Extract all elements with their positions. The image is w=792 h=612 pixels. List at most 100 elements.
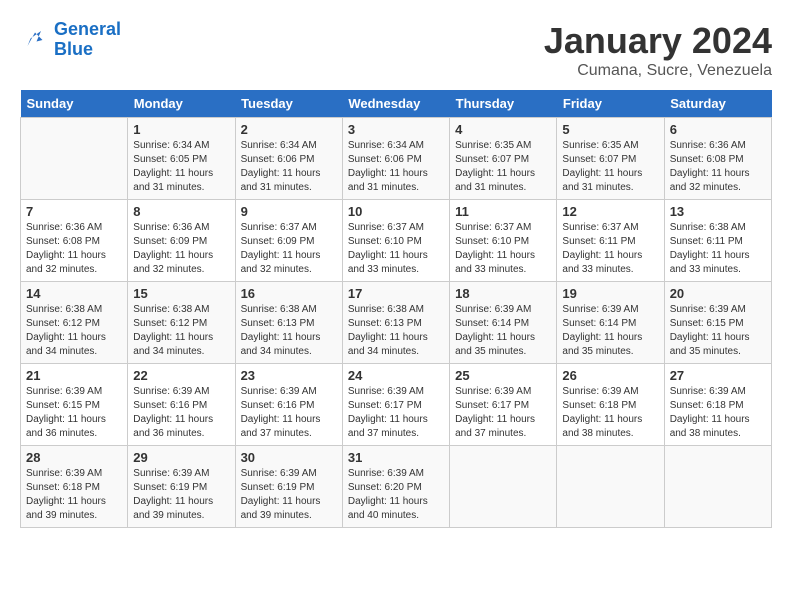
day-info: Sunrise: 6:39 AM Sunset: 6:19 PM Dayligh… [133, 467, 229, 523]
calendar-cell [21, 118, 128, 200]
day-info: Sunrise: 6:36 AM Sunset: 6:08 PM Dayligh… [26, 221, 122, 277]
calendar-cell: 9 Sunrise: 6:37 AM Sunset: 6:09 PM Daylig… [235, 200, 342, 282]
day-info: Sunrise: 6:37 AM Sunset: 6:10 PM Dayligh… [348, 221, 444, 277]
day-number: 6 [670, 122, 766, 137]
logo: General Blue [20, 20, 121, 60]
day-header-thursday: Thursday [450, 90, 557, 118]
day-info: Sunrise: 6:38 AM Sunset: 6:13 PM Dayligh… [241, 303, 337, 359]
day-info: Sunrise: 6:38 AM Sunset: 6:12 PM Dayligh… [26, 303, 122, 359]
calendar-cell: 17 Sunrise: 6:38 AM Sunset: 6:13 PM Dayli… [342, 282, 449, 364]
day-info: Sunrise: 6:39 AM Sunset: 6:14 PM Dayligh… [562, 303, 658, 359]
day-info: Sunrise: 6:37 AM Sunset: 6:09 PM Dayligh… [241, 221, 337, 277]
day-info: Sunrise: 6:39 AM Sunset: 6:14 PM Dayligh… [455, 303, 551, 359]
calendar-cell: 23Sunrise: 6:39 AM Sunset: 6:16 PM Dayli… [235, 364, 342, 446]
calendar-cell: 22 Sunrise: 6:39 AM Sunset: 6:16 PM Dayli… [128, 364, 235, 446]
day-info: Sunrise: 6:39 AM Sunset: 6:18 PM Dayligh… [562, 385, 658, 441]
day-info: Sunrise: 6:39 AM Sunset: 6:15 PM Dayligh… [26, 385, 122, 441]
day-number: 17 [348, 286, 444, 301]
calendar-table: SundayMondayTuesdayWednesdayThursdayFrid… [20, 90, 772, 528]
day-number: 11 [455, 204, 551, 219]
day-info: Sunrise: 6:35 AM Sunset: 6:07 PM Dayligh… [455, 139, 551, 195]
day-number: 23 [241, 368, 337, 383]
day-number: 20 [670, 286, 766, 301]
logo-text: General Blue [54, 20, 121, 60]
calendar-cell: 21Sunrise: 6:39 AM Sunset: 6:15 PM Dayli… [21, 364, 128, 446]
location-subtitle: Cumana, Sucre, Venezuela [544, 62, 772, 80]
day-number: 9 [241, 204, 337, 219]
calendar-cell: 13 Sunrise: 6:38 AM Sunset: 6:11 PM Dayli… [664, 200, 771, 282]
calendar-week-row: 7 Sunrise: 6:36 AM Sunset: 6:08 PM Daylig… [21, 200, 772, 282]
calendar-cell: 26 Sunrise: 6:39 AM Sunset: 6:18 PM Dayli… [557, 364, 664, 446]
day-info: Sunrise: 6:39 AM Sunset: 6:19 PM Dayligh… [241, 467, 337, 523]
calendar-cell: 5Sunrise: 6:35 AM Sunset: 6:07 PM Daylig… [557, 118, 664, 200]
calendar-cell: 20 Sunrise: 6:39 AM Sunset: 6:15 PM Dayli… [664, 282, 771, 364]
calendar-week-row: 1 Sunrise: 6:34 AM Sunset: 6:05 PM Daylig… [21, 118, 772, 200]
calendar-cell: 1 Sunrise: 6:34 AM Sunset: 6:05 PM Daylig… [128, 118, 235, 200]
calendar-cell: 2 Sunrise: 6:34 AM Sunset: 6:06 PM Daylig… [235, 118, 342, 200]
logo-bird-icon [20, 25, 50, 55]
calendar-cell: 25 Sunrise: 6:39 AM Sunset: 6:17 PM Dayli… [450, 364, 557, 446]
day-header-sunday: Sunday [21, 90, 128, 118]
day-header-wednesday: Wednesday [342, 90, 449, 118]
day-number: 16 [241, 286, 337, 301]
day-number: 18 [455, 286, 551, 301]
calendar-cell: 3 Sunrise: 6:34 AM Sunset: 6:06 PM Daylig… [342, 118, 449, 200]
day-header-saturday: Saturday [664, 90, 771, 118]
day-number: 5 [562, 122, 658, 137]
calendar-cell [450, 446, 557, 528]
calendar-header-row: SundayMondayTuesdayWednesdayThursdayFrid… [21, 90, 772, 118]
calendar-week-row: 21Sunrise: 6:39 AM Sunset: 6:15 PM Dayli… [21, 364, 772, 446]
day-number: 24 [348, 368, 444, 383]
calendar-cell: 31 Sunrise: 6:39 AM Sunset: 6:20 PM Dayli… [342, 446, 449, 528]
calendar-cell: 16 Sunrise: 6:38 AM Sunset: 6:13 PM Dayli… [235, 282, 342, 364]
day-number: 13 [670, 204, 766, 219]
day-number: 31 [348, 450, 444, 465]
calendar-cell: 29 Sunrise: 6:39 AM Sunset: 6:19 PM Dayli… [128, 446, 235, 528]
day-info: Sunrise: 6:38 AM Sunset: 6:12 PM Dayligh… [133, 303, 229, 359]
day-number: 19 [562, 286, 658, 301]
day-info: Sunrise: 6:34 AM Sunset: 6:06 PM Dayligh… [348, 139, 444, 195]
day-info: Sunrise: 6:34 AM Sunset: 6:05 PM Dayligh… [133, 139, 229, 195]
day-info: Sunrise: 6:34 AM Sunset: 6:06 PM Dayligh… [241, 139, 337, 195]
day-number: 25 [455, 368, 551, 383]
day-info: Sunrise: 6:37 AM Sunset: 6:10 PM Dayligh… [455, 221, 551, 277]
day-header-tuesday: Tuesday [235, 90, 342, 118]
day-number: 30 [241, 450, 337, 465]
day-number: 28 [26, 450, 122, 465]
day-info: Sunrise: 6:39 AM Sunset: 6:17 PM Dayligh… [455, 385, 551, 441]
calendar-cell: 6 Sunrise: 6:36 AM Sunset: 6:08 PM Daylig… [664, 118, 771, 200]
day-number: 7 [26, 204, 122, 219]
calendar-cell: 30 Sunrise: 6:39 AM Sunset: 6:19 PM Dayli… [235, 446, 342, 528]
calendar-cell: 28Sunrise: 6:39 AM Sunset: 6:18 PM Dayli… [21, 446, 128, 528]
day-number: 3 [348, 122, 444, 137]
calendar-cell [557, 446, 664, 528]
day-number: 22 [133, 368, 229, 383]
day-info: Sunrise: 6:39 AM Sunset: 6:17 PM Dayligh… [348, 385, 444, 441]
calendar-week-row: 28Sunrise: 6:39 AM Sunset: 6:18 PM Dayli… [21, 446, 772, 528]
title-area: January 2024 Cumana, Sucre, Venezuela [544, 20, 772, 80]
calendar-cell: 4Sunrise: 6:35 AM Sunset: 6:07 PM Daylig… [450, 118, 557, 200]
day-number: 1 [133, 122, 229, 137]
calendar-cell: 10 Sunrise: 6:37 AM Sunset: 6:10 PM Dayli… [342, 200, 449, 282]
day-info: Sunrise: 6:36 AM Sunset: 6:08 PM Dayligh… [670, 139, 766, 195]
day-info: Sunrise: 6:38 AM Sunset: 6:13 PM Dayligh… [348, 303, 444, 359]
day-number: 14 [26, 286, 122, 301]
day-number: 29 [133, 450, 229, 465]
day-info: Sunrise: 6:38 AM Sunset: 6:11 PM Dayligh… [670, 221, 766, 277]
page-header: General Blue January 2024 Cumana, Sucre,… [20, 20, 772, 80]
day-info: Sunrise: 6:39 AM Sunset: 6:20 PM Dayligh… [348, 467, 444, 523]
calendar-cell: 7 Sunrise: 6:36 AM Sunset: 6:08 PM Daylig… [21, 200, 128, 282]
day-number: 2 [241, 122, 337, 137]
calendar-cell: 12Sunrise: 6:37 AM Sunset: 6:11 PM Dayli… [557, 200, 664, 282]
day-number: 27 [670, 368, 766, 383]
calendar-cell: 27 Sunrise: 6:39 AM Sunset: 6:18 PM Dayli… [664, 364, 771, 446]
month-title: January 2024 [544, 20, 772, 62]
day-info: Sunrise: 6:39 AM Sunset: 6:15 PM Dayligh… [670, 303, 766, 359]
day-number: 10 [348, 204, 444, 219]
day-number: 26 [562, 368, 658, 383]
day-info: Sunrise: 6:39 AM Sunset: 6:16 PM Dayligh… [133, 385, 229, 441]
calendar-cell: 8Sunrise: 6:36 AM Sunset: 6:09 PM Daylig… [128, 200, 235, 282]
day-header-monday: Monday [128, 90, 235, 118]
calendar-cell: 11 Sunrise: 6:37 AM Sunset: 6:10 PM Dayli… [450, 200, 557, 282]
day-info: Sunrise: 6:39 AM Sunset: 6:18 PM Dayligh… [670, 385, 766, 441]
